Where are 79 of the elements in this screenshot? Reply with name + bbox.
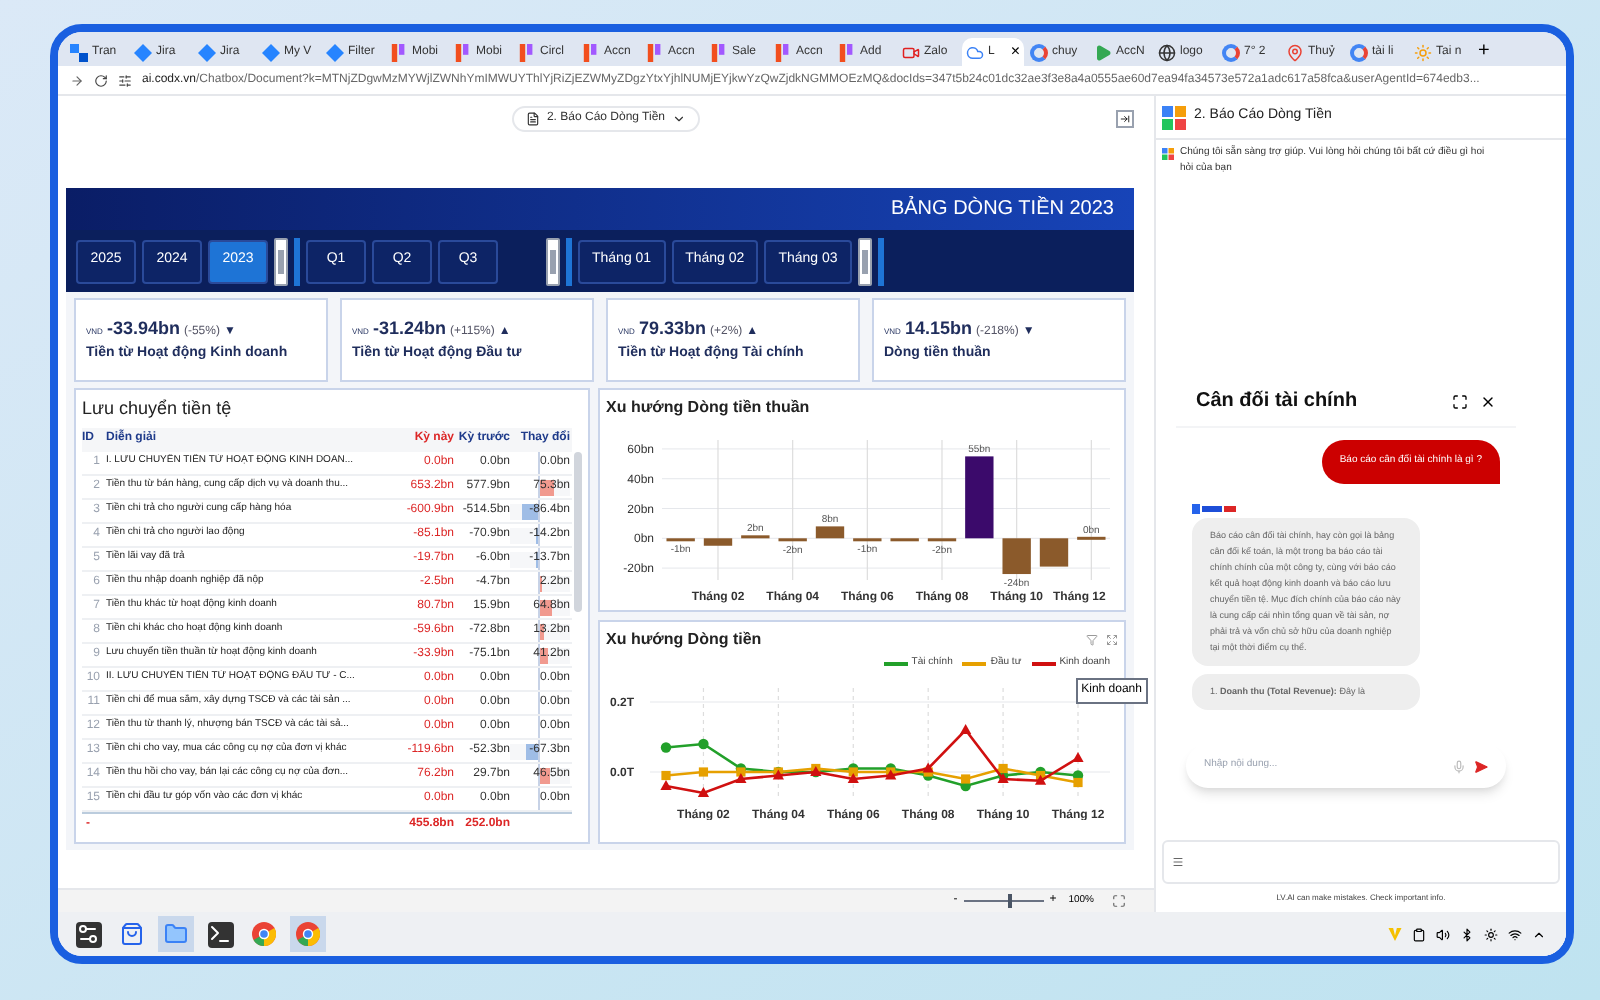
panel-title: Lưu chuyển tiền tệ <box>82 396 234 422</box>
video-icon <box>902 43 920 61</box>
scroll-bar[interactable] <box>274 237 288 285</box>
fit-page-icon[interactable] <box>1112 894 1126 908</box>
menu-icon[interactable] <box>1172 856 1184 868</box>
bars-icon <box>390 43 408 61</box>
chat-input[interactable] <box>1162 840 1560 884</box>
bluetooth-icon[interactable] <box>1460 927 1474 941</box>
data-point <box>960 723 972 733</box>
document-icon <box>526 111 541 125</box>
close-icon[interactable] <box>1480 393 1496 409</box>
bars-icon <box>646 43 664 61</box>
bars-icon <box>454 43 472 61</box>
squares-icon <box>70 43 88 61</box>
bot-logo-icon <box>1192 503 1236 513</box>
legend-swatch <box>883 661 908 666</box>
bars-icon <box>710 43 728 61</box>
dashboard-title: BẢNG DÒNG TIỀN 2023 <box>890 194 1114 224</box>
bag-icon <box>120 922 144 946</box>
bars-icon <box>518 43 536 61</box>
diamond-icon <box>198 43 216 61</box>
folder-icon <box>164 922 188 946</box>
bar <box>1039 538 1069 567</box>
bar <box>965 456 994 539</box>
brightness-icon[interactable] <box>1484 927 1498 941</box>
kpi-value: -33.94bn <box>106 316 180 342</box>
scroll-bar[interactable] <box>857 237 872 285</box>
diamond-icon <box>326 43 344 61</box>
map-pin-icon <box>1286 43 1304 61</box>
diamond-icon <box>262 43 280 61</box>
bars-icon <box>774 43 792 61</box>
slider-thumb[interactable] <box>1007 894 1012 908</box>
legend-swatch <box>1031 661 1056 666</box>
clipboard-icon[interactable] <box>1412 927 1426 941</box>
legend-swatch <box>962 661 987 666</box>
wifi-icon[interactable] <box>1508 927 1522 941</box>
reload-icon[interactable] <box>94 73 108 87</box>
volume-icon[interactable] <box>1436 927 1450 941</box>
bar <box>815 526 845 539</box>
data-point <box>1072 751 1084 761</box>
caret-icon <box>671 111 686 125</box>
kpi-value: -31.24bn <box>372 316 446 342</box>
globe-icon <box>1158 43 1176 61</box>
fullscreen-icon[interactable] <box>1452 393 1468 409</box>
scroll-bar[interactable] <box>546 237 560 285</box>
bar <box>1002 538 1031 575</box>
side-panel-icon[interactable] <box>1116 109 1134 127</box>
send-icon[interactable] <box>1474 759 1488 773</box>
panel-title: Xu hướng Dòng tiền <box>606 628 762 652</box>
browser-logo-icon <box>296 922 320 946</box>
data-point <box>660 741 672 752</box>
forward-icon[interactable] <box>70 73 84 87</box>
kpi-value: 14.15bn <box>904 316 972 342</box>
app-logo-icon <box>1162 148 1174 160</box>
popup-title: Cân đối tài chính <box>1196 388 1358 416</box>
sun-icon <box>1414 43 1432 61</box>
data-point <box>698 766 709 776</box>
play-icon <box>1094 43 1112 61</box>
site-settings-icon[interactable] <box>118 73 132 87</box>
data-point <box>698 737 709 749</box>
diamond-icon <box>134 43 152 61</box>
panel-title: Xu hướng Dòng tiền thuần <box>606 396 812 420</box>
bar <box>703 538 733 546</box>
taskbar-app[interactable] <box>202 916 238 952</box>
app-logo-icon <box>1162 105 1186 129</box>
kpi-value: 79.33bn <box>638 316 706 342</box>
taskbar-app[interactable] <box>70 916 106 952</box>
cloud-icon <box>966 43 984 61</box>
bars-icon <box>838 43 856 61</box>
bars-icon <box>582 43 600 61</box>
data-point <box>697 786 710 796</box>
close-tab-button[interactable]: × <box>1010 44 1020 60</box>
filter-icon[interactable] <box>1086 634 1098 646</box>
chevron-up-icon[interactable] <box>1532 927 1546 941</box>
settings-icon <box>76 922 100 946</box>
scroll-bar[interactable] <box>574 451 582 611</box>
new-tab-button[interactable]: + <box>1478 42 1490 66</box>
browser-logo-icon <box>252 922 276 946</box>
terminal-icon <box>208 922 232 946</box>
